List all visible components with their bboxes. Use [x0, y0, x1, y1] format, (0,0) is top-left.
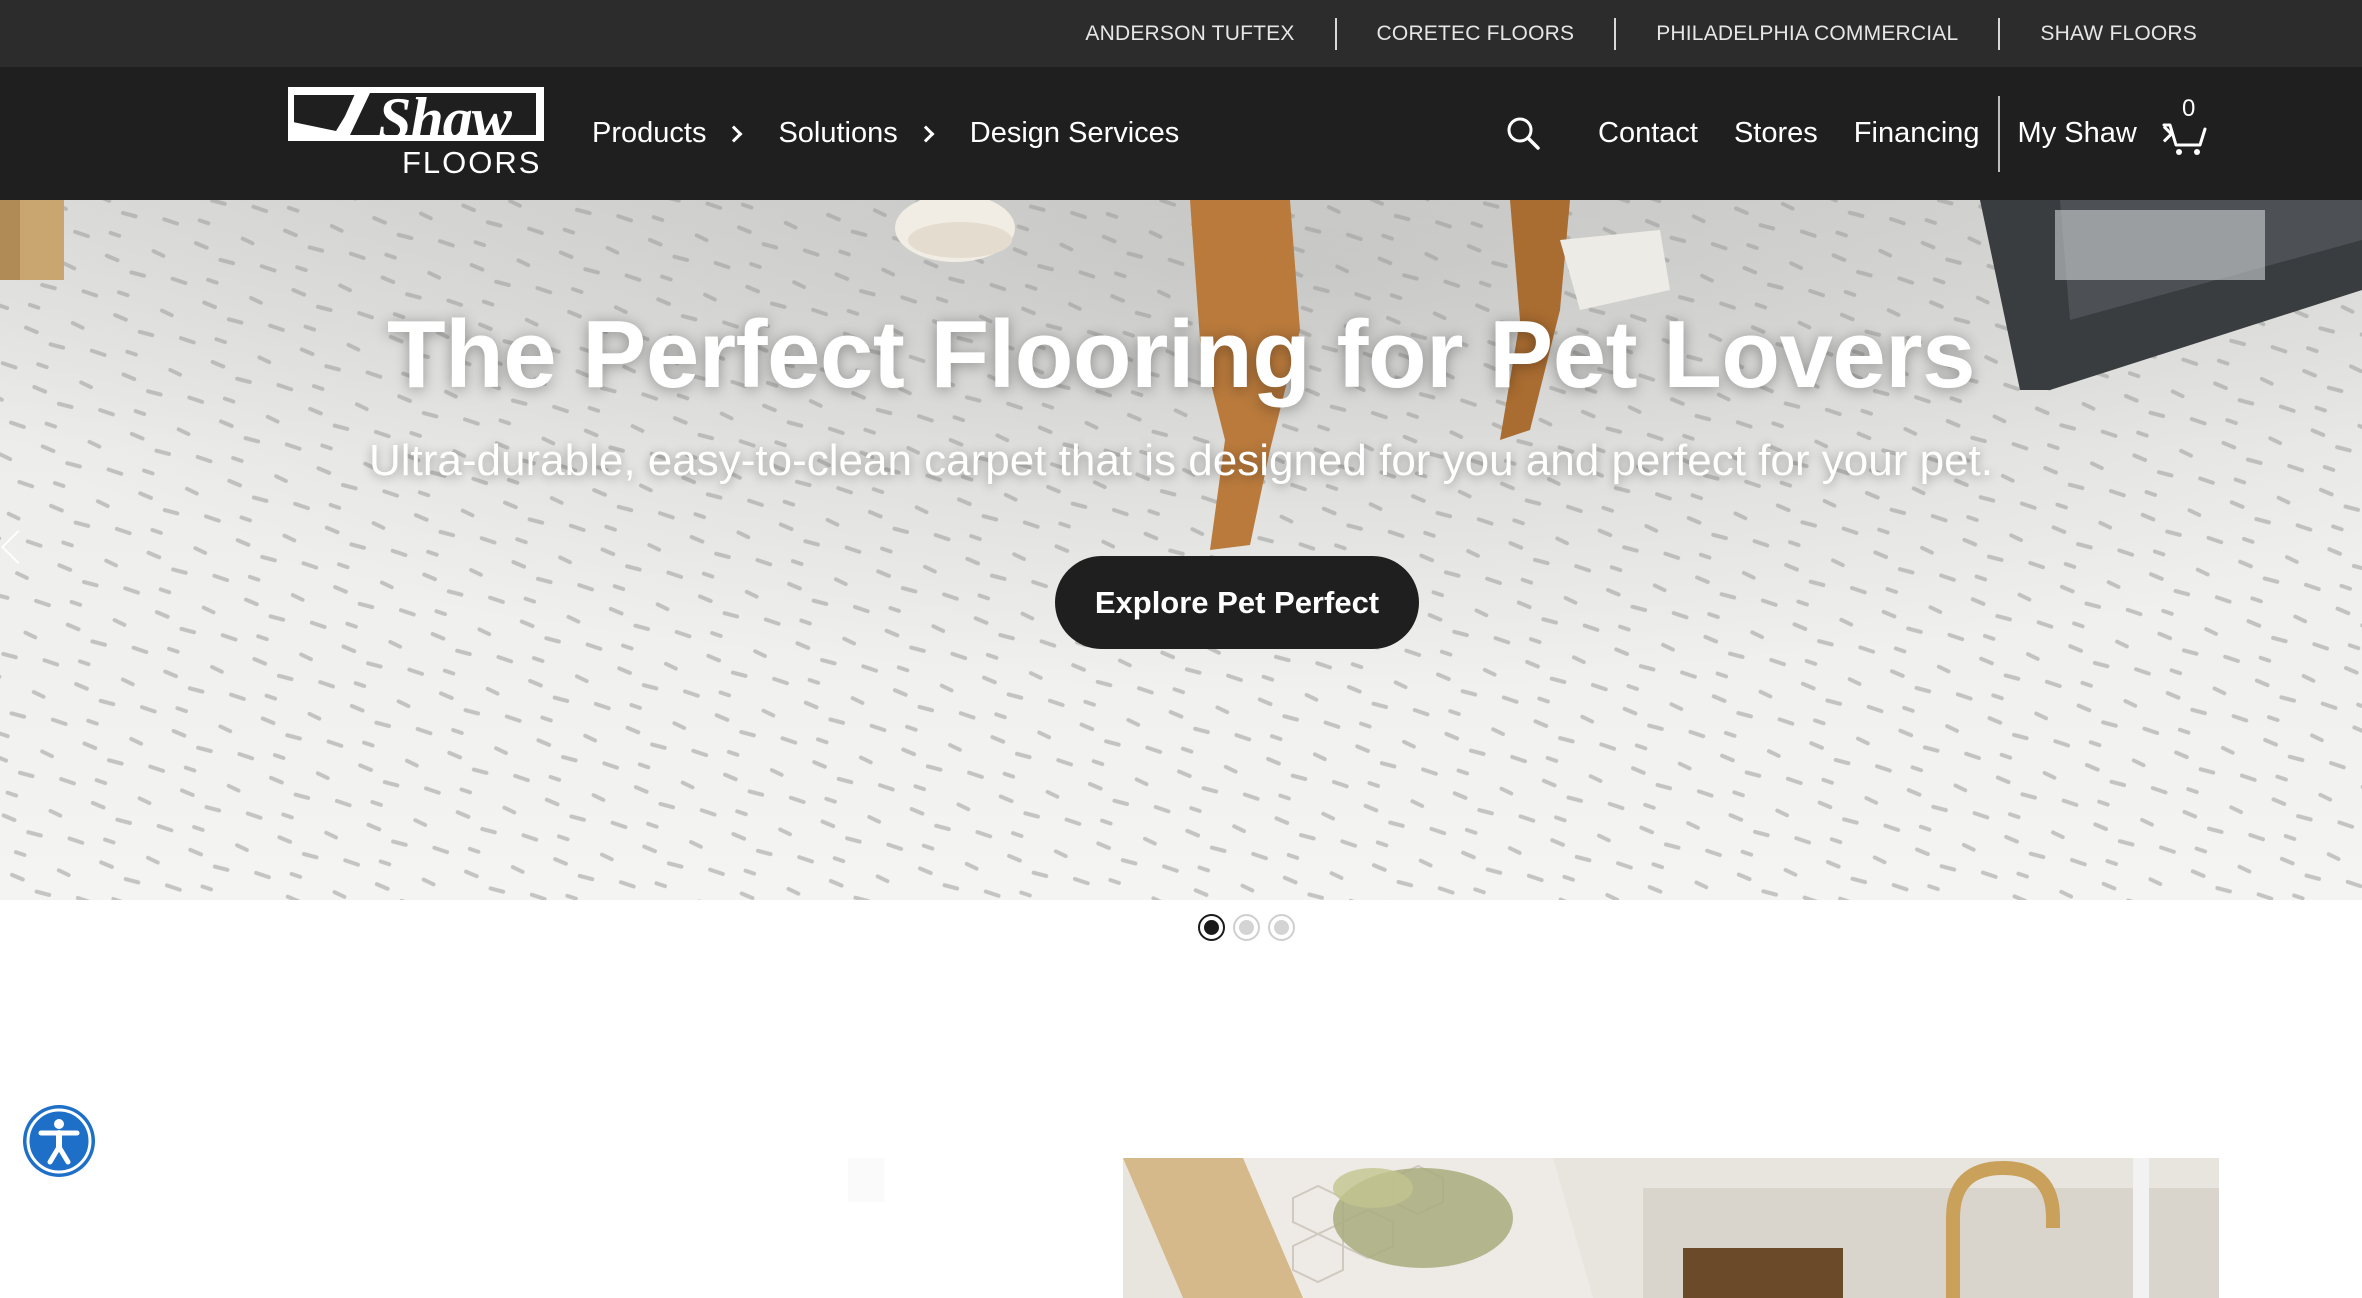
accessibility-icon — [26, 1108, 92, 1174]
promo-image — [1123, 1158, 2219, 1298]
nav-solutions-label: Solutions — [778, 117, 898, 149]
explore-pet-perfect-button[interactable]: Explore Pet Perfect — [1055, 556, 1419, 649]
nav-products-label: Products — [592, 117, 707, 149]
logo-floors: FLOORS — [402, 145, 542, 180]
cart-button[interactable]: 0 — [2162, 95, 2212, 155]
nav-contact[interactable]: Contact — [1598, 117, 1698, 150]
nav-my-shaw-label: My Shaw — [2017, 117, 2137, 149]
nav-design-services-label: Design Services — [969, 117, 1180, 149]
brand-links: ANDERSON TUFTEX CORETEC FLOORS PHILADELP… — [1045, 0, 2197, 67]
main-nav: Shaw FLOORS ® Products Solutions Design … — [0, 67, 2362, 200]
carousel-dot-3[interactable] — [1268, 914, 1295, 941]
trademark-mark: ® — [536, 93, 544, 104]
accessibility-button[interactable] — [23, 1105, 95, 1177]
carousel-dots — [1198, 914, 1295, 941]
nav-products[interactable]: Products — [592, 117, 743, 150]
logo-word: Shaw — [378, 86, 512, 152]
nav-divider — [1997, 95, 2000, 172]
chevron-right-icon — [917, 125, 935, 142]
bathroom-scene-image — [1123, 1158, 2219, 1298]
nav-contact-label: Contact — [1598, 117, 1698, 149]
carousel-dot-2[interactable] — [1233, 914, 1260, 941]
brand-link-anderson-tuftex[interactable]: ANDERSON TUFTEX — [1045, 18, 1334, 50]
shaw-floors-logo[interactable]: Shaw FLOORS ® — [288, 86, 544, 183]
utility-bar: ANDERSON TUFTEX CORETEC FLOORS PHILADELP… — [0, 0, 2362, 67]
secondary-nav: Contact Stores Financing My Shaw — [1598, 67, 2174, 200]
chevron-right-icon — [725, 125, 743, 142]
search-button[interactable] — [1505, 115, 1541, 151]
nav-design-services[interactable]: Design Services — [970, 117, 1180, 150]
nav-stores-label: Stores — [1733, 117, 1818, 149]
hero-title: The Perfect Flooring for Pet Lovers — [386, 301, 1976, 408]
hero-carousel: The Perfect Flooring for Pet Lovers Ultr… — [0, 200, 2362, 900]
primary-nav: Products Solutions Design Services — [592, 67, 1215, 200]
nav-financing[interactable]: Financing — [1854, 117, 1980, 150]
brand-link-coretec-floors[interactable]: CORETEC FLOORS — [1334, 17, 1615, 50]
nav-my-shaw[interactable]: My Shaw — [2017, 117, 2174, 150]
brand-link-shaw-floors[interactable]: SHAW FLOORS — [1998, 17, 2197, 50]
cart-icon — [2162, 123, 2207, 155]
nav-stores[interactable]: Stores — [1734, 117, 1818, 150]
search-icon — [1507, 117, 1540, 150]
nav-solutions[interactable]: Solutions — [778, 117, 935, 150]
hero-subtitle: Ultra-durable, easy-to-clean carpet that… — [369, 436, 1993, 485]
cart-count: 0 — [2182, 95, 2196, 122]
decorative-block — [848, 1158, 884, 1202]
carousel-dot-1[interactable] — [1198, 914, 1225, 941]
brand-link-philadelphia-commercial[interactable]: PHILADELPHIA COMMERCIAL — [1614, 17, 1998, 50]
nav-financing-label: Financing — [1853, 117, 1980, 149]
